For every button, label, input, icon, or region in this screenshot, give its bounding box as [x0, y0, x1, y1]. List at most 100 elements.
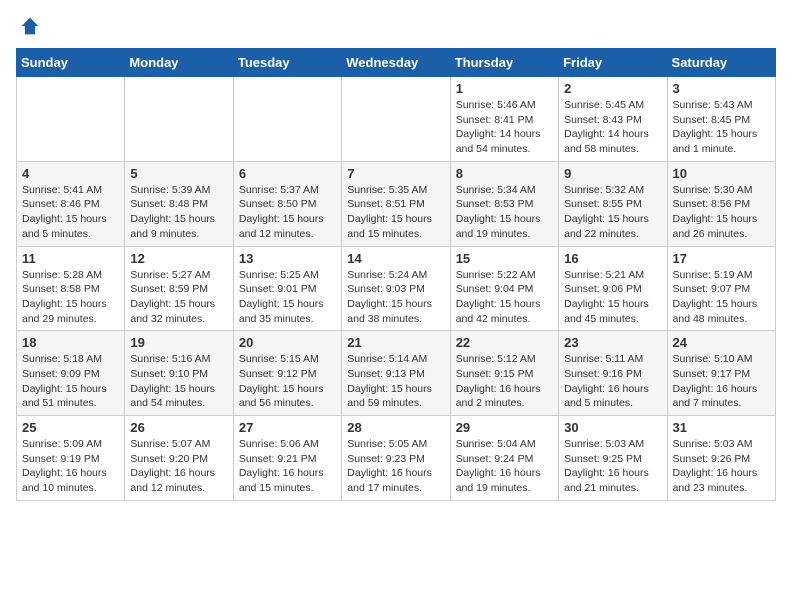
day-info: Sunrise: 5:27 AM Sunset: 8:59 PM Dayligh… — [130, 268, 227, 327]
day-number: 26 — [130, 420, 227, 435]
day-number: 22 — [456, 335, 553, 350]
logo-icon — [20, 16, 40, 36]
calendar-cell: 8 Sunrise: 5:34 AM Sunset: 8:53 PM Daylig… — [450, 161, 558, 246]
day-number: 23 — [564, 335, 661, 350]
day-info: Sunrise: 5:30 AM Sunset: 8:56 PM Dayligh… — [673, 183, 770, 242]
weekday-header-sunday: Sunday — [17, 49, 125, 77]
calendar-cell: 10 Sunrise: 5:30 AM Sunset: 8:56 PM Dayli… — [667, 161, 775, 246]
weekday-header-saturday: Saturday — [667, 49, 775, 77]
calendar-cell: 9 Sunrise: 5:32 AM Sunset: 8:55 PM Daylig… — [559, 161, 667, 246]
day-number: 6 — [239, 166, 336, 181]
calendar-week-1: 1 Sunrise: 5:46 AM Sunset: 8:41 PM Daylig… — [17, 77, 776, 162]
day-info: Sunrise: 5:09 AM Sunset: 9:19 PM Dayligh… — [22, 437, 119, 496]
calendar-cell: 18 Sunrise: 5:18 AM Sunset: 9:09 PM Dayli… — [17, 331, 125, 416]
calendar-week-5: 25Sunrise: 5:09 AM Sunset: 9:19 PM Dayli… — [17, 416, 776, 501]
calendar-cell: 24Sunrise: 5:10 AM Sunset: 9:17 PM Dayli… — [667, 331, 775, 416]
weekday-header-friday: Friday — [559, 49, 667, 77]
day-info: Sunrise: 5:12 AM Sunset: 9:15 PM Dayligh… — [456, 352, 553, 411]
day-info: Sunrise: 5:14 AM Sunset: 9:13 PM Dayligh… — [347, 352, 444, 411]
day-info: Sunrise: 5:39 AM Sunset: 8:48 PM Dayligh… — [130, 183, 227, 242]
weekday-header-monday: Monday — [125, 49, 233, 77]
calendar-week-2: 4 Sunrise: 5:41 AM Sunset: 8:46 PM Daylig… — [17, 161, 776, 246]
calendar-cell: 3Sunrise: 5:43 AM Sunset: 8:45 PM Daylig… — [667, 77, 775, 162]
day-number: 30 — [564, 420, 661, 435]
day-info: Sunrise: 5:21 AM Sunset: 9:06 PM Dayligh… — [564, 268, 661, 327]
calendar-cell: 12 Sunrise: 5:27 AM Sunset: 8:59 PM Dayli… — [125, 246, 233, 331]
calendar-week-4: 18 Sunrise: 5:18 AM Sunset: 9:09 PM Dayli… — [17, 331, 776, 416]
calendar-cell: 25Sunrise: 5:09 AM Sunset: 9:19 PM Dayli… — [17, 416, 125, 501]
day-number: 12 — [130, 251, 227, 266]
weekday-header-thursday: Thursday — [450, 49, 558, 77]
day-number: 4 — [22, 166, 119, 181]
calendar-cell: 1 Sunrise: 5:46 AM Sunset: 8:41 PM Daylig… — [450, 77, 558, 162]
day-number: 24 — [673, 335, 770, 350]
day-info: Sunrise: 5:46 AM Sunset: 8:41 PM Dayligh… — [456, 98, 553, 157]
day-info: Sunrise: 5:45 AM Sunset: 8:43 PM Dayligh… — [564, 98, 661, 157]
day-info: Sunrise: 5:41 AM Sunset: 8:46 PM Dayligh… — [22, 183, 119, 242]
day-info: Sunrise: 5:32 AM Sunset: 8:55 PM Dayligh… — [564, 183, 661, 242]
day-info: Sunrise: 5:06 AM Sunset: 9:21 PM Dayligh… — [239, 437, 336, 496]
day-info: Sunrise: 5:24 AM Sunset: 9:03 PM Dayligh… — [347, 268, 444, 327]
calendar-cell — [17, 77, 125, 162]
calendar-cell: 23Sunrise: 5:11 AM Sunset: 9:16 PM Dayli… — [559, 331, 667, 416]
calendar-cell: 15 Sunrise: 5:22 AM Sunset: 9:04 PM Dayli… — [450, 246, 558, 331]
calendar-cell: 2 Sunrise: 5:45 AM Sunset: 8:43 PM Daylig… — [559, 77, 667, 162]
calendar-cell: 26 Sunrise: 5:07 AM Sunset: 9:20 PM Dayli… — [125, 416, 233, 501]
day-info: Sunrise: 5:03 AM Sunset: 9:25 PM Dayligh… — [564, 437, 661, 496]
calendar-cell: 19 Sunrise: 5:16 AM Sunset: 9:10 PM Dayli… — [125, 331, 233, 416]
day-number: 20 — [239, 335, 336, 350]
day-info: Sunrise: 5:19 AM Sunset: 9:07 PM Dayligh… — [673, 268, 770, 327]
calendar-cell: 27 Sunrise: 5:06 AM Sunset: 9:21 PM Dayli… — [233, 416, 341, 501]
calendar-cell: 4 Sunrise: 5:41 AM Sunset: 8:46 PM Daylig… — [17, 161, 125, 246]
calendar-cell: 14Sunrise: 5:24 AM Sunset: 9:03 PM Dayli… — [342, 246, 450, 331]
day-info: Sunrise: 5:43 AM Sunset: 8:45 PM Dayligh… — [673, 98, 770, 157]
day-info: Sunrise: 5:25 AM Sunset: 9:01 PM Dayligh… — [239, 268, 336, 327]
day-number: 31 — [673, 420, 770, 435]
day-number: 1 — [456, 81, 553, 96]
calendar-cell — [342, 77, 450, 162]
day-number: 9 — [564, 166, 661, 181]
day-number: 7 — [347, 166, 444, 181]
calendar-cell: 6 Sunrise: 5:37 AM Sunset: 8:50 PM Daylig… — [233, 161, 341, 246]
day-number: 21 — [347, 335, 444, 350]
calendar-week-3: 11Sunrise: 5:28 AM Sunset: 8:58 PM Dayli… — [17, 246, 776, 331]
day-number: 10 — [673, 166, 770, 181]
calendar-cell — [125, 77, 233, 162]
day-number: 28 — [347, 420, 444, 435]
calendar-cell — [233, 77, 341, 162]
day-number: 16 — [564, 251, 661, 266]
day-number: 19 — [130, 335, 227, 350]
page-header — [16, 16, 776, 36]
day-number: 29 — [456, 420, 553, 435]
day-info: Sunrise: 5:07 AM Sunset: 9:20 PM Dayligh… — [130, 437, 227, 496]
day-number: 27 — [239, 420, 336, 435]
day-number: 17 — [673, 251, 770, 266]
calendar-cell: 28 Sunrise: 5:05 AM Sunset: 9:23 PM Dayli… — [342, 416, 450, 501]
day-number: 8 — [456, 166, 553, 181]
day-number: 18 — [22, 335, 119, 350]
day-number: 2 — [564, 81, 661, 96]
calendar-table: SundayMondayTuesdayWednesdayThursdayFrid… — [16, 48, 776, 501]
day-info: Sunrise: 5:18 AM Sunset: 9:09 PM Dayligh… — [22, 352, 119, 411]
day-info: Sunrise: 5:16 AM Sunset: 9:10 PM Dayligh… — [130, 352, 227, 411]
weekday-header-tuesday: Tuesday — [233, 49, 341, 77]
day-info: Sunrise: 5:05 AM Sunset: 9:23 PM Dayligh… — [347, 437, 444, 496]
day-info: Sunrise: 5:15 AM Sunset: 9:12 PM Dayligh… — [239, 352, 336, 411]
calendar-cell: 7 Sunrise: 5:35 AM Sunset: 8:51 PM Daylig… — [342, 161, 450, 246]
calendar-cell: 31 Sunrise: 5:03 AM Sunset: 9:26 PM Dayli… — [667, 416, 775, 501]
day-info: Sunrise: 5:35 AM Sunset: 8:51 PM Dayligh… — [347, 183, 444, 242]
calendar-cell: 11Sunrise: 5:28 AM Sunset: 8:58 PM Dayli… — [17, 246, 125, 331]
day-info: Sunrise: 5:37 AM Sunset: 8:50 PM Dayligh… — [239, 183, 336, 242]
day-number: 13 — [239, 251, 336, 266]
calendar-cell: 22 Sunrise: 5:12 AM Sunset: 9:15 PM Dayli… — [450, 331, 558, 416]
calendar-cell: 17 Sunrise: 5:19 AM Sunset: 9:07 PM Dayli… — [667, 246, 775, 331]
logo — [16, 16, 40, 36]
day-info: Sunrise: 5:34 AM Sunset: 8:53 PM Dayligh… — [456, 183, 553, 242]
day-info: Sunrise: 5:04 AM Sunset: 9:24 PM Dayligh… — [456, 437, 553, 496]
day-number: 15 — [456, 251, 553, 266]
day-info: Sunrise: 5:22 AM Sunset: 9:04 PM Dayligh… — [456, 268, 553, 327]
day-info: Sunrise: 5:03 AM Sunset: 9:26 PM Dayligh… — [673, 437, 770, 496]
calendar-cell: 21 Sunrise: 5:14 AM Sunset: 9:13 PM Dayli… — [342, 331, 450, 416]
calendar-cell: 5Sunrise: 5:39 AM Sunset: 8:48 PM Daylig… — [125, 161, 233, 246]
calendar-cell: 30 Sunrise: 5:03 AM Sunset: 9:25 PM Dayli… — [559, 416, 667, 501]
